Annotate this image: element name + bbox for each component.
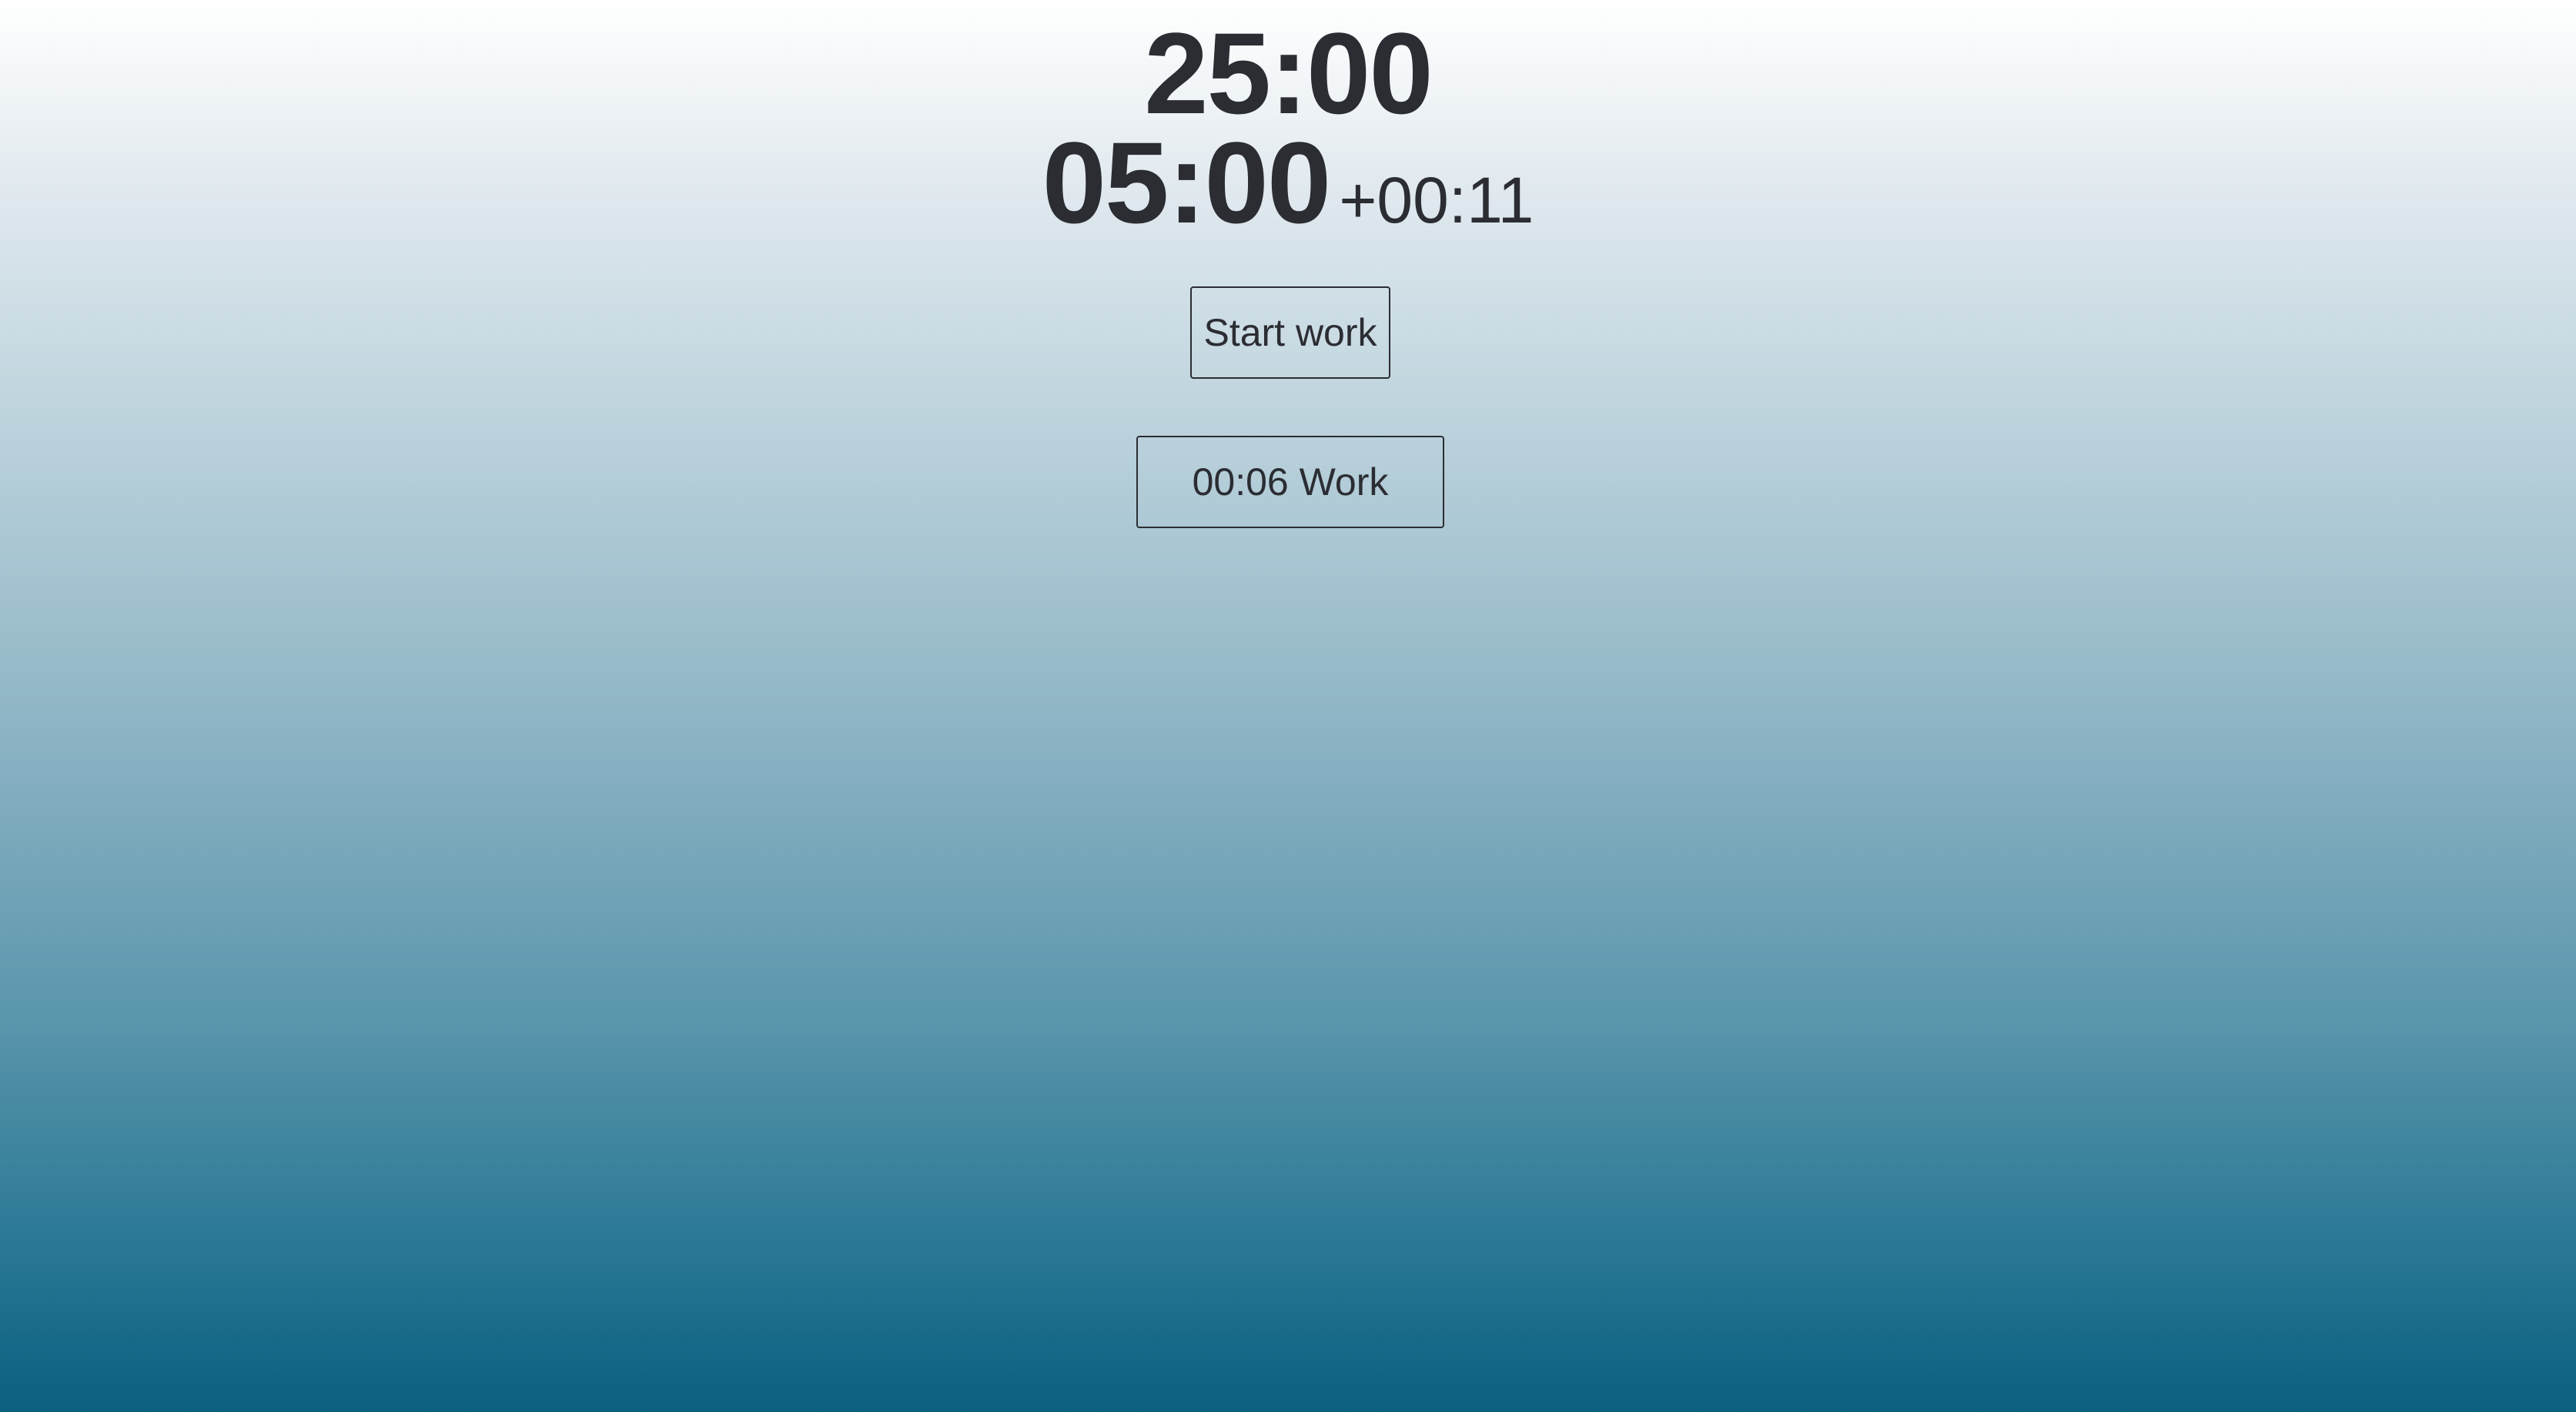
overtime-display: +00:11	[1339, 164, 1534, 236]
break-timer-row: 05:00 +00:11	[0, 117, 2576, 266]
work-session-button[interactable]: 00:06 Work	[1136, 436, 1444, 528]
break-timer-display: 05:00	[1042, 118, 1332, 247]
start-work-button[interactable]: Start work	[1190, 286, 1390, 379]
